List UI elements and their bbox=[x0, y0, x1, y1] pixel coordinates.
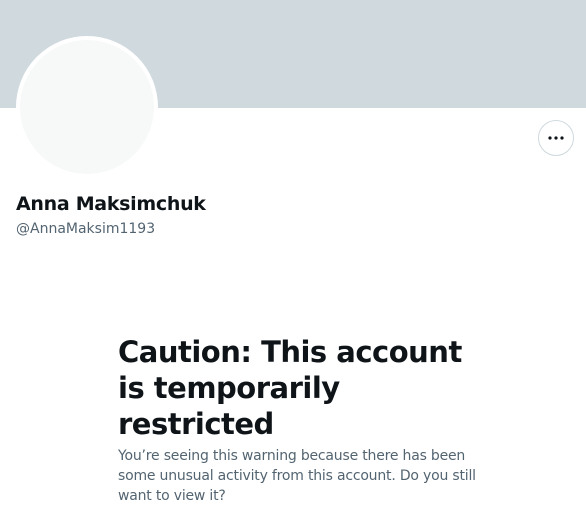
notice-title: Caution: This account is temporarily res… bbox=[118, 335, 462, 441]
ellipsis-horizontal-icon bbox=[548, 136, 564, 140]
restricted-account-notice: Caution: This account is temporarily res… bbox=[118, 334, 486, 506]
profile-avatar bbox=[16, 36, 158, 178]
profile-display-name: Anna Maksimchuk bbox=[16, 193, 206, 215]
profile-handle: @AnnaMaksim1193 bbox=[16, 221, 156, 237]
notice-body: You’re seeing this warning because there… bbox=[118, 448, 476, 504]
more-options-button[interactable] bbox=[538, 120, 574, 156]
